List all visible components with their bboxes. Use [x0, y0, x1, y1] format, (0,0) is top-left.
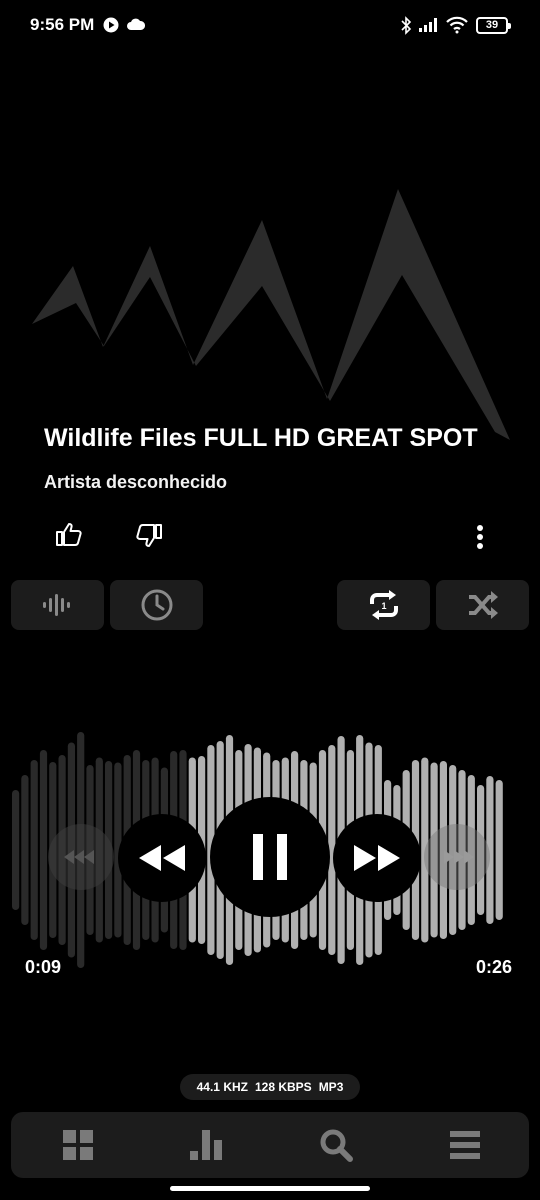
bitrate: 128 KBPS [254, 1080, 312, 1094]
bluetooth-icon [401, 16, 412, 35]
rewind-icon [139, 845, 185, 871]
grid-icon [62, 1130, 93, 1160]
sleep-timer-button[interactable] [110, 580, 203, 630]
seek-back-button[interactable] [48, 824, 114, 890]
play-circle-icon [103, 17, 119, 33]
cloud-icon [127, 18, 145, 30]
search-icon [320, 1129, 353, 1162]
svg-text:1: 1 [381, 601, 386, 611]
nav-charts[interactable] [142, 1112, 271, 1178]
mountain-shape [32, 189, 510, 440]
total-duration: 0:26 [472, 955, 517, 982]
sleep-timer-icon [141, 589, 172, 621]
status-time: 9:56 PM [30, 15, 95, 34]
elapsed-time: 0:09 [21, 955, 66, 982]
album-artwork [32, 189, 510, 440]
repeat-one-icon: 1 [369, 590, 398, 620]
bottom-navigation [11, 1112, 529, 1178]
more-options-button[interactable] [466, 520, 494, 554]
equalizer-button[interactable] [11, 580, 104, 630]
bar-chart-icon [189, 1130, 222, 1160]
nav-menu[interactable] [400, 1112, 529, 1178]
repeat-button[interactable]: 1 [337, 580, 430, 630]
battery-icon: 39 [476, 17, 511, 34]
track-title: Wildlife Files FULL HD GREAT SPOT [44, 424, 478, 452]
waveform-bar [12, 790, 20, 910]
waveform-bar [30, 760, 38, 940]
audio-format-chip: 44.1 KHZ 128 KBPS MP3 [180, 1074, 360, 1100]
battery-level: 39 [485, 19, 499, 31]
sample-rate: 44.1 KHZ [196, 1080, 248, 1094]
play-pause-button[interactable] [210, 797, 330, 917]
waveform-bar [21, 775, 29, 925]
fast-forward-icon [354, 845, 400, 871]
nav-library[interactable] [13, 1112, 142, 1178]
waveform-bar [495, 780, 503, 920]
shuffle-button[interactable] [436, 580, 529, 630]
seek-back-icon [64, 850, 94, 864]
codec: MP3 [318, 1080, 344, 1094]
like-button[interactable] [52, 518, 86, 550]
wifi-icon [446, 16, 468, 34]
more-vertical-icon [477, 525, 483, 549]
signal-icon [419, 18, 437, 32]
shuffle-icon [468, 591, 498, 619]
status-bar: 9:56 PM 39 [0, 0, 540, 52]
home-indicator [170, 1186, 370, 1191]
seek-forward-button[interactable] [424, 824, 490, 890]
pause-icon [253, 834, 287, 880]
rewind-button[interactable] [118, 814, 206, 902]
menu-icon [449, 1131, 480, 1159]
seek-forward-icon [444, 850, 474, 864]
fast-forward-button[interactable] [333, 814, 421, 902]
thumb-down-icon [136, 524, 162, 547]
equalizer-icon [42, 594, 70, 616]
nav-search[interactable] [271, 1112, 400, 1178]
waveform-bar [39, 750, 48, 950]
thumb-up-icon [56, 523, 82, 546]
dislike-button[interactable] [132, 520, 166, 552]
track-artist[interactable]: Artista desconhecido [44, 472, 227, 493]
